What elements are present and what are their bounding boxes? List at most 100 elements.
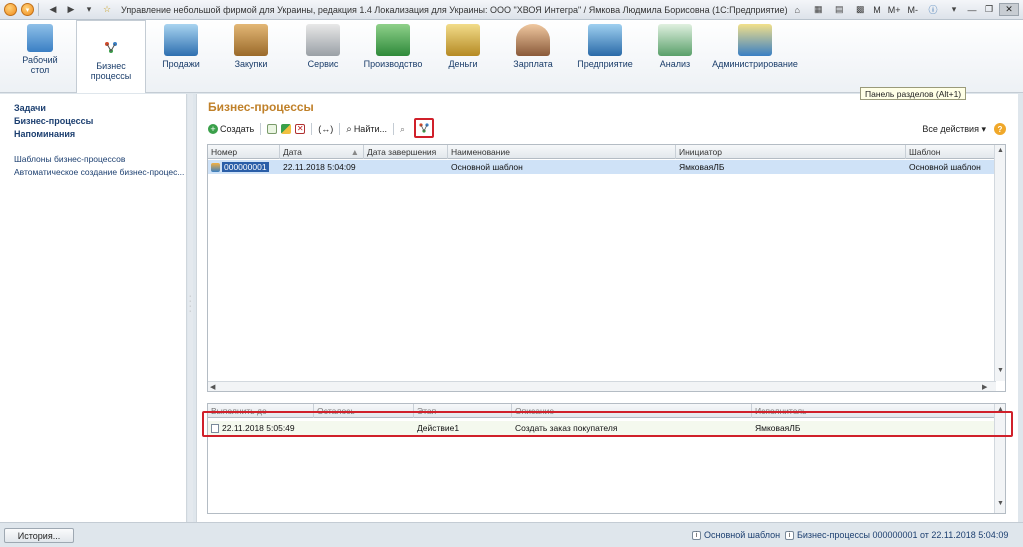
scroll-down-icon[interactable]: ▼ (997, 367, 1004, 374)
minimize-icon[interactable]: — (965, 4, 979, 16)
administration-icon (738, 24, 772, 56)
edit-pencil-icon[interactable] (281, 124, 292, 134)
app-logo-icon[interactable] (4, 3, 17, 16)
column-name[interactable]: Наименование (448, 145, 676, 159)
column-date-label: Дата (283, 147, 302, 157)
table-header: Номер Дата ▲ Дата завершения Наименование… (208, 145, 1005, 159)
section-administration[interactable]: Администрирование (712, 24, 798, 69)
page-title: Бизнес-процессы (208, 100, 314, 114)
column-initiator[interactable]: Инициатор (676, 145, 906, 159)
scroll-left-icon[interactable]: ◀ (210, 383, 215, 391)
title-bar: ▾ ◀ ▶ ▾ ☆ Управление небольшой фирмой дл… (0, 0, 1023, 20)
favorites-star-icon[interactable]: ☆ (99, 3, 115, 17)
forward-icon[interactable]: ▶ (63, 3, 79, 17)
scroll-right-icon[interactable]: ▶ (982, 383, 987, 391)
cell-end-date (364, 160, 448, 174)
home-icon[interactable]: ⌂ (789, 3, 805, 17)
help-button[interactable]: ? (994, 123, 1006, 135)
section-enterprise[interactable]: Предприятие (576, 24, 634, 69)
section-salary[interactable]: Зарплата (510, 24, 556, 69)
cell-number: 000000001 (208, 160, 280, 174)
chevron-down-icon[interactable]: ▾ (946, 3, 962, 17)
find-button[interactable]: ⌕ Найти... (346, 122, 387, 136)
section-label: Администрирование (712, 59, 798, 69)
scroll-down-icon[interactable]: ▼ (997, 500, 1004, 507)
horizontal-scrollbar[interactable]: ◀ ▶ (208, 381, 996, 391)
m-minus-button[interactable]: M- (906, 5, 921, 15)
cell-initiator: ЯмковаяЛБ (679, 162, 725, 172)
sort-icon: ▲ (350, 147, 359, 157)
section-analysis[interactable]: Анализ (652, 24, 698, 69)
main-content: Бизнес-процессы + Создать ✕ (↔) ⌕ Найти.… (196, 94, 1018, 522)
divider (339, 123, 341, 135)
section-label: Закупки (234, 59, 268, 69)
scroll-up-icon[interactable]: ▲ (997, 147, 1004, 154)
calculator-icon[interactable]: ▩ (852, 3, 868, 17)
section-service[interactable]: Сервис (300, 24, 346, 69)
calendar-icon[interactable]: ▦ (810, 3, 826, 17)
cancel-search-icon[interactable]: ⌕ (400, 124, 410, 134)
section-label: Сервис (307, 59, 339, 69)
nav-reminders[interactable]: Напоминания (0, 128, 186, 141)
sales-icon (164, 24, 198, 56)
section-label: Деньги (448, 59, 478, 69)
cell-template: Основной шаблон (909, 162, 981, 172)
business-processes-table: Номер Дата ▲ Дата завершения Наименование… (207, 144, 1006, 392)
section-business-processes[interactable]: Бизнес процессы (76, 20, 146, 93)
section-money[interactable]: Деньги (440, 24, 486, 69)
close-icon[interactable]: ✕ (999, 3, 1019, 16)
status-bar: История... i Основной шаблон i Бизнес-пр… (0, 522, 1023, 547)
process-status-icon (211, 163, 220, 173)
nav-auto-create-processes[interactable]: Автоматическое создание бизнес-процес... (0, 166, 186, 179)
section-label: Производство (363, 59, 423, 69)
restore-icon[interactable]: ❐ (982, 4, 996, 16)
purchases-icon (234, 24, 268, 56)
m-plus-button[interactable]: M+ (886, 5, 903, 15)
divider (393, 123, 394, 135)
production-icon (376, 24, 410, 56)
column-number[interactable]: Номер (208, 145, 280, 159)
create-button[interactable]: + Создать (208, 122, 254, 136)
status-item-process[interactable]: i Бизнес-процессы 000000001 от 22.11.201… (785, 530, 1008, 540)
section-production[interactable]: Производство (362, 24, 424, 69)
info-icon: i (692, 530, 701, 540)
back-icon[interactable]: ◀ (45, 3, 61, 17)
start-business-process-button[interactable] (414, 118, 434, 138)
sections-panel: Рабочий стол Бизнес процессы Продажи Зак… (0, 20, 1023, 93)
document-icon[interactable]: ▤ (831, 3, 847, 17)
cell-name: Основной шаблон (451, 162, 523, 172)
column-template[interactable]: Шаблон (906, 145, 996, 159)
business-processes-icon (103, 39, 119, 55)
m-button[interactable]: M (871, 5, 883, 15)
dropdown-arrow-icon[interactable]: ▾ (81, 3, 97, 17)
toolbar: + Создать ✕ (↔) ⌕ Найти... ⌕ (208, 118, 434, 138)
section-desktop[interactable]: Рабочий стол (14, 24, 66, 75)
search-icon: ⌕ (346, 123, 352, 135)
nav-process-templates[interactable]: Шаблоны бизнес-процессов (0, 153, 186, 166)
copy-icon[interactable] (267, 124, 278, 134)
find-label: Найти... (353, 124, 387, 134)
history-button[interactable]: История... (4, 528, 74, 543)
divider (311, 123, 313, 135)
window-title: Управление небольшой фирмой для Украины,… (121, 4, 788, 15)
section-label: Продажи (162, 59, 200, 69)
column-end-date[interactable]: Дата завершения (364, 145, 448, 159)
panel-splitter[interactable]: · · · · (188, 94, 193, 522)
sections-panel-tooltip: Панель разделов (Alt+1) (860, 87, 967, 100)
section-purchases[interactable]: Закупки (228, 24, 274, 69)
money-icon (446, 24, 480, 56)
vertical-scrollbar[interactable]: ▲ ▼ (994, 145, 1005, 381)
info-icon[interactable]: ⓘ (925, 3, 941, 17)
status-template-label: Основной шаблон (704, 530, 781, 540)
column-date[interactable]: Дата ▲ (280, 145, 364, 159)
main-menu-icon[interactable]: ▾ (21, 3, 34, 16)
table-row[interactable]: 000000001 22.11.2018 5:04:09 Основной ша… (208, 160, 996, 174)
delete-mark-icon[interactable]: ✕ (295, 124, 306, 134)
section-sales[interactable]: Продажи (158, 24, 204, 69)
show-related-icon[interactable]: (↔) (318, 122, 333, 136)
status-item-template[interactable]: i Основной шаблон (692, 530, 780, 540)
all-actions-menu[interactable]: Все действия ▾ (922, 124, 986, 135)
nav-business-processes[interactable]: Бизнес-процессы (0, 115, 186, 128)
section-label: Рабочий стол (22, 55, 58, 75)
nav-tasks[interactable]: Задачи (0, 102, 186, 115)
